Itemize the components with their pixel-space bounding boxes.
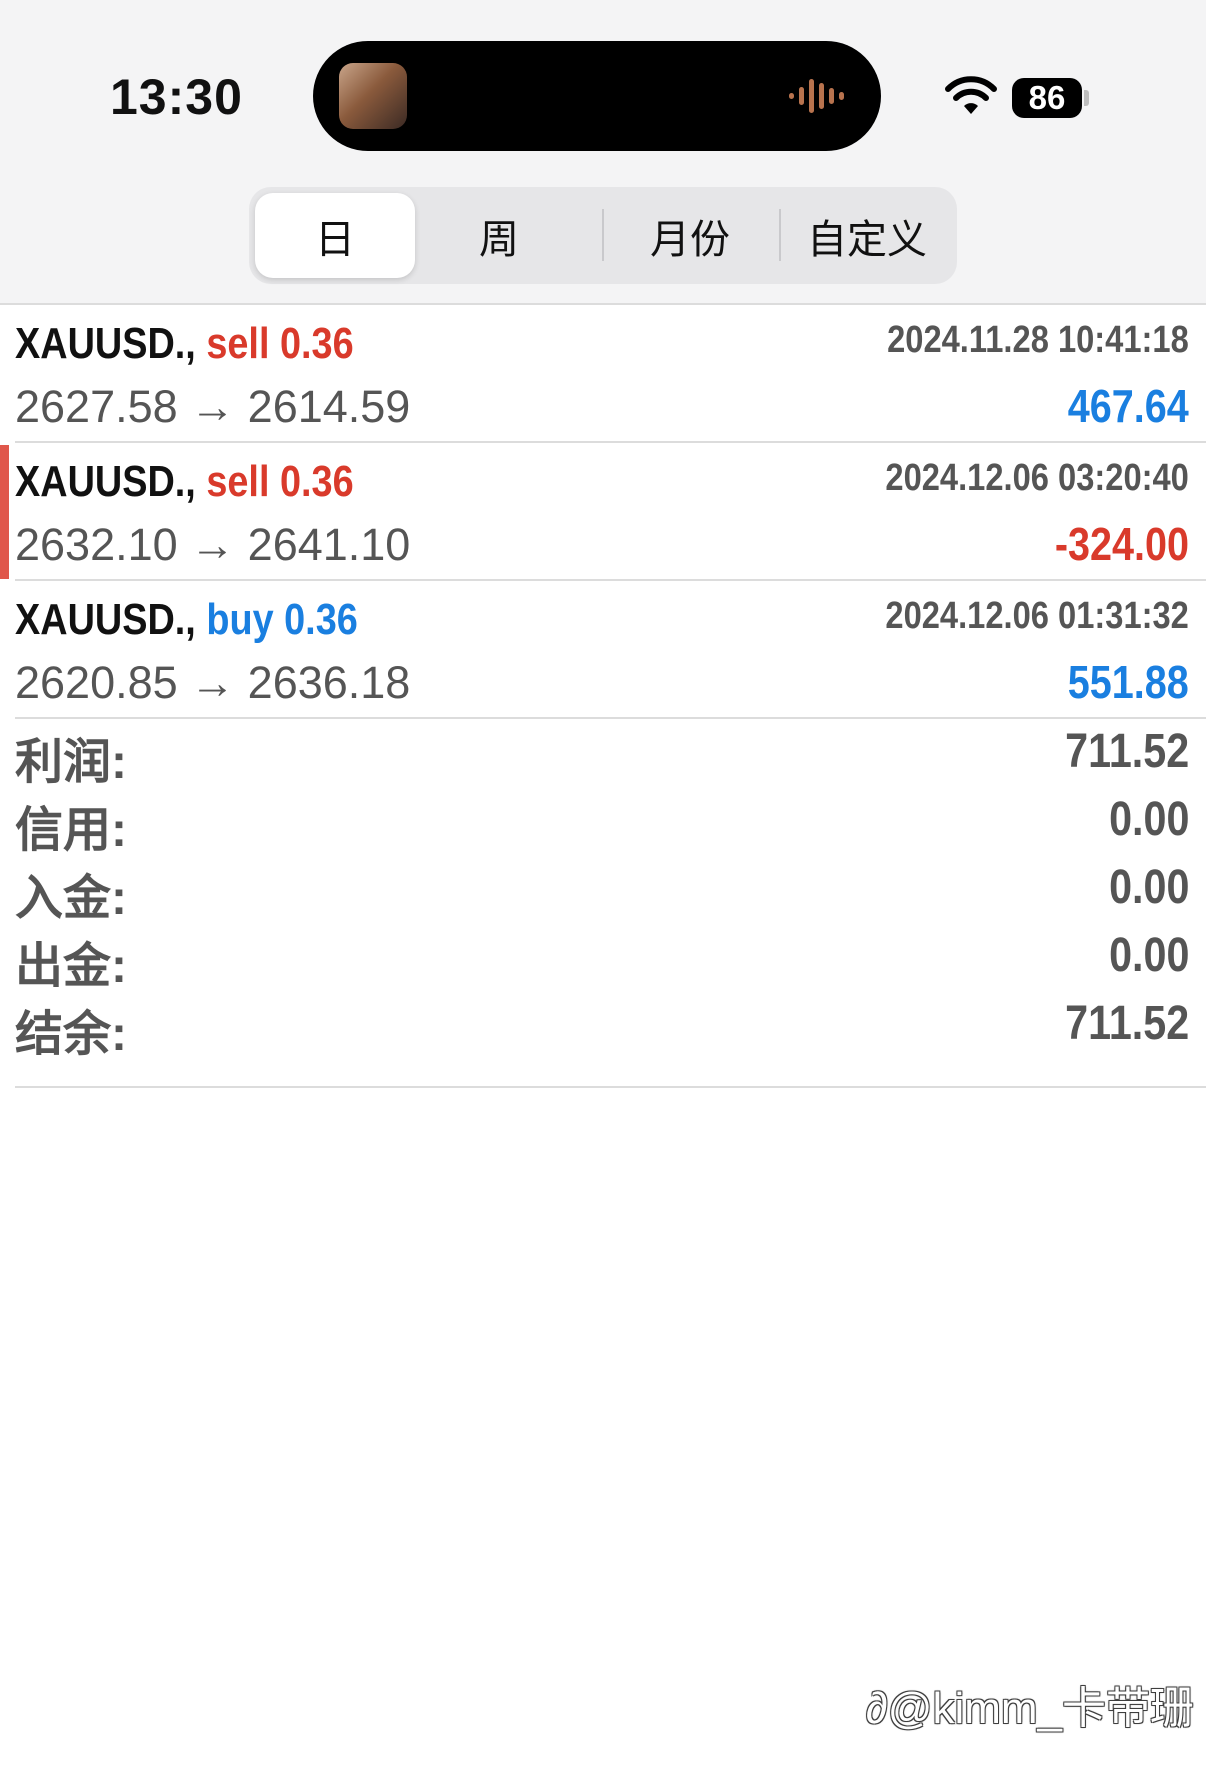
summary-value: 0.00 [1108,929,1189,982]
trade-row[interactable]: XAUUSD., sell 0.36 2024.11.28 10:41:18 2… [0,305,1206,443]
trade-side: sell [206,319,270,368]
trade-prices: 2627.58 → 2614.59 [15,381,411,432]
summary-value: 0.00 [1108,861,1189,914]
summary-row-deposit: 入金: 0.00 [0,858,1206,926]
tab-month[interactable]: 月份 [605,193,775,278]
summary-value: 711.52 [1065,725,1189,778]
account-summary: 利润: 711.52 信用: 0.00 入金: 0.00 出金: 0.00 结余… [0,722,1206,1062]
summary-row-balance: 结余: 711.52 [0,994,1206,1062]
trade-symbol: XAUUSD., [15,319,196,368]
watermark-logo-icon: ∂ [866,1684,888,1733]
trade-profit: -324.00 [1054,518,1189,570]
trade-title: XAUUSD., buy 0.36 [15,595,358,645]
watermark-text: @kimm_卡带珊 [887,1684,1194,1733]
trade-row[interactable]: XAUUSD., buy 0.36 2024.12.06 01:31:32 26… [0,581,1206,719]
summary-value: 0.00 [1108,793,1189,846]
album-art-icon[interactable] [339,63,407,129]
summary-label: 信用: [15,804,127,857]
summary-row-profit: 利润: 711.52 [0,722,1206,790]
audio-wave-icon [789,79,844,113]
summary-row-withdrawal: 出金: 0.00 [0,926,1206,994]
battery-level: 86 [1028,79,1066,116]
trade-volume: 0.36 [279,457,354,506]
selected-row-marker [0,445,9,579]
watermark: ∂@kimm_卡带珊 [866,1672,1194,1736]
segment-divider [602,209,604,261]
trade-prices: 2632.10 → 2641.10 [15,519,411,570]
trade-title: XAUUSD., sell 0.36 [15,457,354,507]
summary-divider [15,1086,1206,1088]
summary-label: 利润: [15,736,127,789]
period-segmented-control: 日 周 月份 自定义 [249,187,957,284]
trade-side: sell [206,457,270,506]
status-time: 13:30 [110,69,243,125]
battery-icon: 86 [1012,78,1082,118]
summary-label: 结余: [15,1008,127,1061]
trade-volume: 0.36 [284,595,358,644]
trade-side: buy [206,595,274,644]
tab-custom[interactable]: 自定义 [781,193,953,278]
trade-symbol: XAUUSD., [15,457,196,506]
battery-cap [1084,90,1089,106]
summary-value: 711.52 [1065,997,1189,1050]
trade-title: XAUUSD., sell 0.36 [15,319,354,369]
trade-volume: 0.36 [279,319,354,368]
summary-row-credit: 信用: 0.00 [0,790,1206,858]
trade-row[interactable]: XAUUSD., sell 0.36 2024.12.06 03:20:40 2… [0,443,1206,581]
tab-week[interactable]: 周 [419,193,579,278]
trade-profit: 551.88 [1067,656,1189,708]
trade-time: 2024.12.06 01:31:32 [885,595,1189,637]
row-divider [15,717,1206,719]
wifi-icon [945,76,997,114]
summary-label: 出金: [15,940,127,993]
trade-symbol: XAUUSD., [15,595,196,644]
tab-day[interactable]: 日 [255,193,415,278]
trade-profit: 467.64 [1067,380,1189,432]
trade-prices: 2620.85 → 2636.18 [15,657,411,708]
summary-label: 入金: [15,872,127,925]
trade-time: 2024.12.06 03:20:40 [885,457,1189,499]
trade-time: 2024.11.28 10:41:18 [887,319,1189,361]
dynamic-island[interactable] [313,41,881,151]
